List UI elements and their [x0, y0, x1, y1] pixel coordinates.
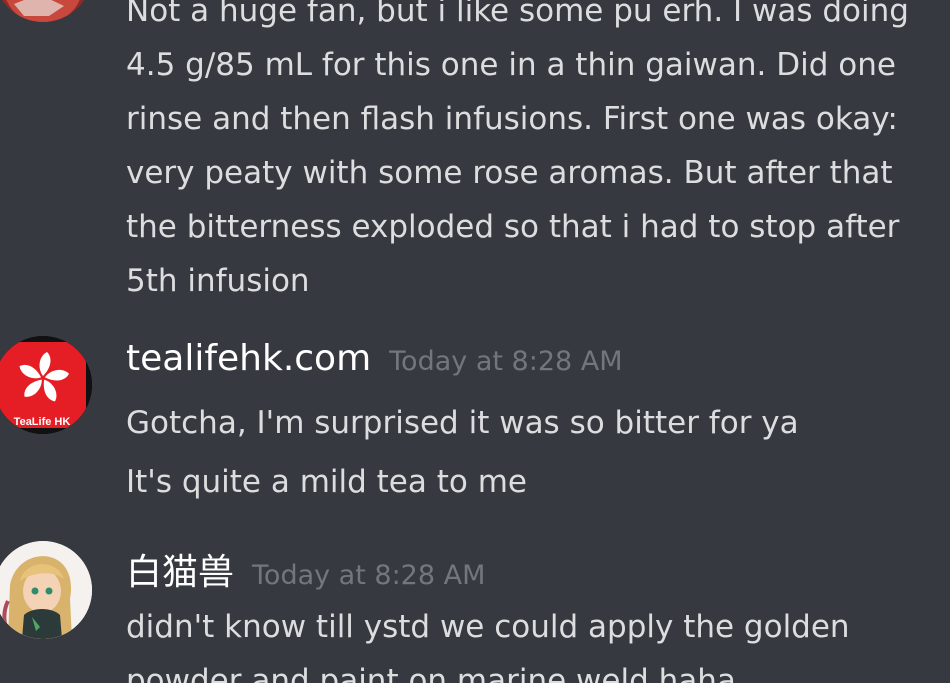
- username[interactable]: tealifehk.com: [126, 338, 371, 379]
- message-line: powder and paint on marine weld haha: [126, 663, 736, 683]
- message-line: the bitterness exploded so that i had to…: [126, 209, 900, 245]
- svg-text:TeaLife HK: TeaLife HK: [14, 416, 71, 428]
- message-line: 5th infusion: [126, 263, 310, 299]
- avatar-tealifehk[interactable]: TeaLife HK: [0, 336, 92, 434]
- avatar-baimao[interactable]: [0, 541, 92, 639]
- message-line: Gotcha, I'm surprised it was so bitter f…: [126, 405, 799, 441]
- timestamp[interactable]: Today at 8:28 AM: [252, 560, 485, 591]
- message-line: very peaty with some rose aromas. But af…: [126, 155, 893, 191]
- message-line: didn't know till ystd we could apply the…: [126, 609, 850, 645]
- message-header-tealifehk: tealifehk.com Today at 8:28 AM: [126, 338, 623, 379]
- message-line: 4.5 g/85 mL for this one in a thin gaiwa…: [126, 47, 896, 83]
- timestamp[interactable]: Today at 8:28 AM: [389, 346, 622, 377]
- message-header-baimao: 白猫兽 Today at 8:28 AM: [126, 543, 485, 595]
- tealife-logo-icon: TeaLife HK: [0, 336, 92, 434]
- message-line: It's quite a mild tea to me: [126, 464, 527, 500]
- chat-messages: Not a huge fan, but i like some pu erh. …: [0, 0, 950, 683]
- message-line: rinse and then flash infusions. First on…: [126, 101, 898, 137]
- avatar-previous-user[interactable]: [0, 0, 92, 22]
- anime-character-avatar-icon: [0, 541, 92, 639]
- message-line: Not a huge fan, but i like some pu erh. …: [126, 0, 909, 29]
- username[interactable]: 白猫兽: [126, 543, 234, 595]
